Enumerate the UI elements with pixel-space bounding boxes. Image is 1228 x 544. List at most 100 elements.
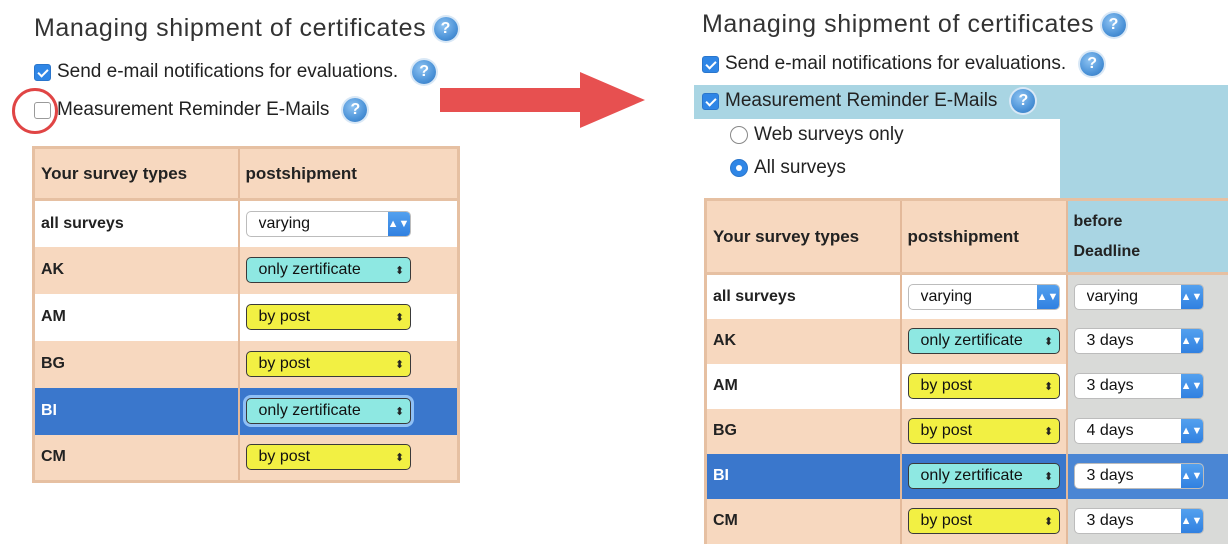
before-deadline-select[interactable]: varying ▲▼ (1074, 284, 1204, 310)
survey-type-cell: AM (706, 364, 901, 409)
postshipment-cell: only zertificate ⬍ (901, 454, 1067, 499)
table-row: AM by post ⬍ 3 days ▲▼ (706, 364, 1228, 409)
before-deadline-select[interactable]: 3 days ▲▼ (1074, 373, 1204, 399)
postshipment-select[interactable]: by post ⬍ (246, 304, 411, 330)
select-value: by post (921, 512, 973, 530)
page-title-text: Managing shipment of certificates (34, 14, 426, 42)
radio-all-surveys[interactable] (730, 159, 748, 177)
page-title-text: Managing shipment of certificates (702, 10, 1094, 38)
column-header-survey-types: Your survey types (34, 148, 239, 200)
select-value: 3 days (1087, 467, 1134, 485)
postshipment-cell: only zertificate ⬍ (239, 247, 459, 294)
select-arrows-icon: ▲▼ (1181, 463, 1203, 489)
select-arrows-icon: ▲▼ (1037, 284, 1059, 310)
radio-web-surveys[interactable] (730, 126, 748, 144)
select-value: only zertificate (921, 332, 1023, 350)
survey-type-cell: BG (706, 409, 901, 454)
help-icon[interactable]: ? (434, 17, 458, 41)
select-value: varying (1087, 288, 1139, 306)
select-value: varying (921, 288, 973, 306)
before-deadline-cell: 4 days ▲▼ (1067, 409, 1228, 454)
postshipment-cell: varying ▲▼ (901, 274, 1067, 319)
select-value: by post (259, 355, 311, 373)
column-header-postshipment: postshipment (239, 148, 459, 200)
measurement-reminder-option: Measurement Reminder E-Mails ? (34, 98, 367, 122)
postshipment-select[interactable]: by post ⬍ (908, 373, 1060, 399)
postshipment-select[interactable]: by post ⬍ (246, 351, 411, 377)
postshipment-cell: varying ▲▼ (239, 200, 459, 247)
radio-all-surveys-option: All surveys (730, 157, 846, 179)
before-deadline-select[interactable]: 4 days ▲▼ (1074, 418, 1204, 444)
select-value: only zertificate (921, 467, 1023, 485)
email-notifications-option: Send e-mail notifications for evaluation… (702, 52, 1104, 76)
postshipment-cell: by post ⬍ (901, 409, 1067, 454)
postshipment-select[interactable]: only zertificate ⬍ (246, 257, 411, 283)
table-header-row: Your survey types postshipment (34, 148, 459, 200)
select-value: only zertificate (259, 261, 361, 279)
select-arrows-icon: ▲▼ (1181, 508, 1203, 534)
help-icon[interactable]: ? (343, 98, 367, 122)
survey-type-cell: BI (706, 454, 901, 499)
postshipment-select[interactable]: varying ▲▼ (908, 284, 1060, 310)
before-deadline-cell: 3 days ▲▼ (1067, 319, 1228, 364)
page-title: Managing shipment of certificates ? (34, 14, 458, 43)
select-arrows-icon: ⬍ (390, 311, 410, 324)
select-value: by post (259, 308, 311, 326)
table-row-selected[interactable]: BI only zertificate ⬍ 3 days ▲▼ (706, 454, 1228, 499)
select-value: by post (921, 377, 973, 395)
survey-type-cell: all surveys (706, 274, 901, 319)
email-notifications-option: Send e-mail notifications for evaluation… (34, 60, 436, 84)
table-row-selected[interactable]: BI only zertificate ⬍ (34, 388, 459, 435)
select-value: only zertificate (259, 402, 361, 420)
table-row: BG by post ⬍ 4 days ▲▼ (706, 409, 1228, 454)
postshipment-cell: only zertificate ⬍ (239, 388, 459, 435)
measurement-reminder-option: Measurement Reminder E-Mails ? (702, 89, 1035, 113)
select-arrows-icon: ⬍ (1039, 515, 1059, 528)
email-notifications-label: Send e-mail notifications for evaluation… (57, 61, 398, 83)
right-panel: Managing shipment of certificates ? Send… (690, 0, 1228, 537)
select-arrows-icon: ▲▼ (1181, 284, 1203, 310)
select-arrows-icon: ⬍ (390, 358, 410, 371)
help-icon[interactable]: ? (412, 60, 436, 84)
email-notifications-checkbox[interactable] (34, 64, 51, 81)
postshipment-select[interactable]: only zertificate ⬍ (908, 463, 1060, 489)
postshipment-select[interactable]: only zertificate ⬍ (246, 398, 411, 424)
email-notifications-label: Send e-mail notifications for evaluation… (725, 53, 1066, 75)
select-arrows-icon: ▲▼ (388, 211, 410, 237)
table-row: all surveys varying ▲▼ (34, 200, 459, 247)
left-panel: Managing shipment of certificates ? Send… (0, 0, 470, 537)
column-header-survey-types: Your survey types (706, 200, 901, 274)
select-arrows-icon: ▲▼ (1181, 418, 1203, 444)
postshipment-select[interactable]: by post ⬍ (908, 418, 1060, 444)
select-arrows-icon: ⬍ (390, 405, 410, 418)
measurement-reminder-checkbox[interactable] (702, 93, 719, 110)
survey-types-table: Your survey types postshipment before De… (704, 198, 1228, 544)
postshipment-select[interactable]: varying ▲▼ (246, 211, 411, 237)
before-deadline-cell: 3 days ▲▼ (1067, 454, 1228, 499)
select-value: by post (259, 448, 311, 466)
select-arrows-icon: ⬍ (1039, 380, 1059, 393)
before-deadline-select[interactable]: 3 days ▲▼ (1074, 508, 1204, 534)
highlight-circle (12, 88, 58, 134)
postshipment-select[interactable]: by post ⬍ (908, 508, 1060, 534)
survey-type-cell: all surveys (34, 200, 239, 247)
radio-web-surveys-label: Web surveys only (754, 124, 904, 146)
help-icon[interactable]: ? (1102, 13, 1126, 37)
measurement-reminder-label: Measurement Reminder E-Mails (57, 99, 329, 121)
select-value: 3 days (1087, 512, 1134, 530)
help-icon[interactable]: ? (1080, 52, 1104, 76)
postshipment-select[interactable]: by post ⬍ (246, 444, 411, 470)
before-deadline-select[interactable]: 3 days ▲▼ (1074, 463, 1204, 489)
email-notifications-checkbox[interactable] (702, 56, 719, 73)
select-value: 3 days (1087, 332, 1134, 350)
select-arrows-icon: ⬍ (1039, 335, 1059, 348)
table-row: all surveys varying ▲▼ varying ▲▼ (706, 274, 1228, 319)
before-deadline-select[interactable]: 3 days ▲▼ (1074, 328, 1204, 354)
help-icon[interactable]: ? (1011, 89, 1035, 113)
before-deadline-cell: varying ▲▼ (1067, 274, 1228, 319)
postshipment-select[interactable]: only zertificate ⬍ (908, 328, 1060, 354)
reminder-side-panel (1060, 85, 1228, 198)
postshipment-cell: by post ⬍ (901, 364, 1067, 409)
table-row: AM by post ⬍ (34, 294, 459, 341)
postshipment-cell: by post ⬍ (239, 341, 459, 388)
